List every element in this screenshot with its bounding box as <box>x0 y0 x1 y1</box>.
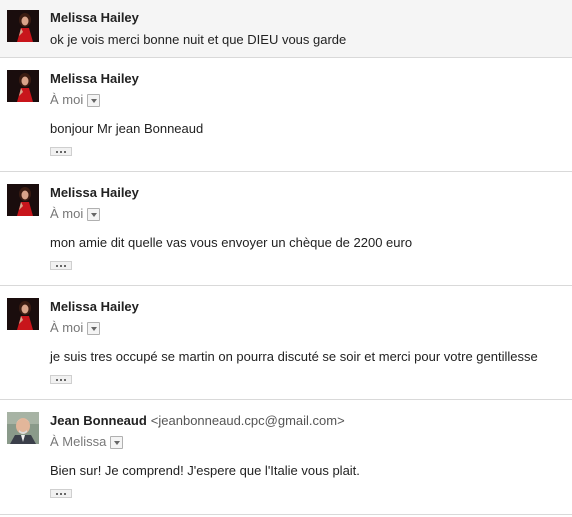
show-trimmed-content-button[interactable] <box>50 375 72 384</box>
message-body: je suis tres occupé se martin on pourra … <box>50 349 538 364</box>
message-body: mon amie dit quelle vas vous envoyer un … <box>50 235 413 250</box>
sender-name-text: Jean Bonneaud <box>50 413 147 428</box>
show-trimmed-content-button[interactable] <box>50 489 72 498</box>
show-trimmed-content-button[interactable] <box>50 147 72 156</box>
recipient-label: À moi <box>50 92 84 107</box>
sender-avatar <box>7 184 39 216</box>
details-dropdown-icon[interactable] <box>110 436 124 449</box>
sender-email: <jeanbonneaud.cpc@gmail.com> <box>150 413 345 428</box>
recipient-line: À moi <box>50 92 101 107</box>
message: Melissa Hailey À moi bonjour Mr jean Bon… <box>0 58 572 172</box>
message: Melissa Hailey À moi mon amie dit quelle… <box>0 172 572 286</box>
recipient-line: À Melissa <box>50 434 124 449</box>
details-dropdown-icon[interactable] <box>87 322 101 335</box>
recipient-line: À moi <box>50 206 101 221</box>
recipient-label: À moi <box>50 320 84 335</box>
details-dropdown-icon[interactable] <box>87 94 101 107</box>
details-dropdown-icon[interactable] <box>87 208 101 221</box>
sender-name: Melissa Hailey <box>50 10 139 25</box>
sender-name: Melissa Hailey <box>50 185 139 200</box>
message-snippet: ok je vois merci bonne nuit et que DIEU … <box>50 32 347 47</box>
sender-avatar <box>7 298 39 330</box>
message: Melissa Hailey À moi je suis tres occupé… <box>0 286 572 400</box>
email-thread: Melissa Hailey ok je vois merci bonne nu… <box>0 0 572 517</box>
recipient-label: À moi <box>50 206 84 221</box>
sender-avatar <box>7 412 39 444</box>
sender-name: Melissa Hailey <box>50 71 139 86</box>
sender-avatar <box>7 10 39 42</box>
message: Jean Bonneaud <jeanbonneaud.cpc@gmail.com… <box>0 400 572 515</box>
sender-avatar <box>7 70 39 102</box>
recipient-line: À moi <box>50 320 101 335</box>
message-body: bonjour Mr jean Bonneaud <box>50 121 204 136</box>
message-body: Bien sur! Je comprend! J'espere que l'It… <box>50 463 360 478</box>
sender-name: Melissa Hailey <box>50 299 139 314</box>
recipient-label: À Melissa <box>50 434 107 449</box>
show-trimmed-content-button[interactable] <box>50 261 72 270</box>
sender-name: Jean Bonneaud <jeanbonneaud.cpc@gmail.com… <box>50 413 345 428</box>
message-collapsed[interactable]: Melissa Hailey ok je vois merci bonne nu… <box>0 0 572 58</box>
